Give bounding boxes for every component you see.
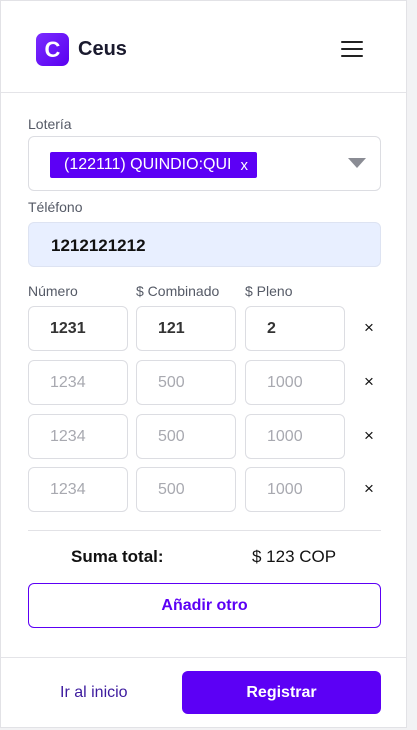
combinado-input[interactable]: 500 [136, 360, 236, 405]
lottery-label: Lotería [28, 116, 72, 132]
remove-row-icon[interactable]: × [361, 479, 377, 499]
numero-input[interactable]: 1234 [28, 467, 128, 512]
selected-lottery-text: (122111) QUINDIO:QUI [64, 156, 232, 173]
footer-divider [1, 657, 406, 658]
app-frame: C Ceus Lotería (122111) QUINDIO:QUI x Té… [0, 0, 407, 728]
total-value: $ 123 COP [252, 547, 337, 566]
pleno-input[interactable]: 2 [245, 306, 345, 351]
register-button[interactable]: Registrar [182, 671, 381, 714]
total-label: Suma total: [71, 547, 164, 566]
divider [28, 530, 381, 531]
logo-icon: C [36, 33, 69, 66]
home-link[interactable]: Ir al inicio [60, 684, 128, 702]
pleno-column-label: $ Pleno [245, 283, 293, 299]
brand-logo[interactable]: C Ceus [36, 33, 127, 66]
remove-row-icon[interactable]: × [361, 318, 377, 338]
combinado-input[interactable]: 500 [136, 467, 236, 512]
combinado-input[interactable]: 500 [136, 414, 236, 459]
numero-input[interactable]: 1231 [28, 306, 128, 351]
phone-input[interactable]: 1212121212 [28, 222, 381, 267]
pleno-input[interactable]: 1000 [245, 467, 345, 512]
combinado-input[interactable]: 121 [136, 306, 236, 351]
chip-remove-icon[interactable]: x [240, 157, 248, 174]
numero-column-label: Número [28, 283, 78, 299]
selected-lottery-chip: (122111) QUINDIO:QUI x [50, 152, 257, 178]
remove-row-icon[interactable]: × [361, 426, 377, 446]
combinado-column-label: $ Combinado [136, 283, 220, 299]
numero-input[interactable]: 1234 [28, 414, 128, 459]
lottery-select[interactable]: (122111) QUINDIO:QUI x [28, 136, 381, 191]
add-another-button[interactable]: Añadir otro [28, 583, 381, 628]
header: C Ceus [1, 1, 406, 93]
numero-input[interactable]: 1234 [28, 360, 128, 405]
phone-label: Téléfono [28, 199, 83, 215]
pleno-input[interactable]: 1000 [245, 360, 345, 405]
chevron-down-icon[interactable] [348, 158, 366, 168]
remove-row-icon[interactable]: × [361, 372, 377, 392]
brand-name: Ceus [78, 38, 127, 60]
pleno-input[interactable]: 1000 [245, 414, 345, 459]
hamburger-menu-icon[interactable] [341, 41, 363, 57]
